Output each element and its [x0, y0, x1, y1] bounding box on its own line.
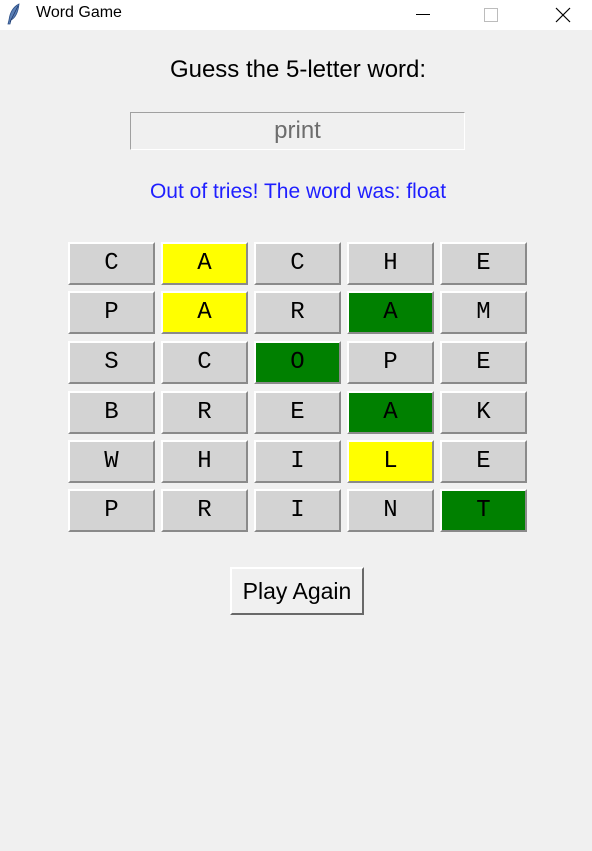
close-button[interactable] — [540, 0, 586, 30]
minimize-icon — [416, 14, 430, 15]
letter-tile: H — [161, 440, 248, 483]
letter-tile: S — [68, 341, 155, 384]
letter-tile: T — [440, 489, 527, 532]
letter-tile: W — [68, 440, 155, 483]
letter-tile: A — [161, 291, 248, 334]
feather-icon — [6, 3, 22, 25]
page-title: Guess the 5-letter word: — [169, 56, 427, 83]
letter-tile: C — [68, 242, 155, 285]
letter-tile: I — [254, 440, 341, 483]
letter-tile: A — [161, 242, 248, 285]
maximize-icon — [484, 8, 498, 22]
minimize-button[interactable] — [400, 0, 446, 30]
letter-tile: E — [440, 341, 527, 384]
close-icon — [555, 7, 571, 23]
letter-tile: K — [440, 391, 527, 434]
play-again-button[interactable]: Play Again — [230, 567, 364, 615]
letter-tile: M — [440, 291, 527, 334]
letter-tile: E — [440, 440, 527, 483]
maximize-button[interactable] — [468, 0, 514, 30]
letter-tile: O — [254, 341, 341, 384]
letter-tile: P — [347, 341, 434, 384]
guess-input[interactable] — [130, 112, 465, 150]
letter-tile: E — [440, 242, 527, 285]
status-message: Out of tries! The word was: float — [149, 180, 447, 203]
letter-tile: A — [347, 291, 434, 334]
letter-tile: E — [254, 391, 341, 434]
letter-tile: A — [347, 391, 434, 434]
letter-tile: C — [254, 242, 341, 285]
window-title: Word Game — [36, 4, 122, 21]
letter-tile: N — [347, 489, 434, 532]
letter-tile: R — [161, 489, 248, 532]
title-bar: Word Game — [0, 0, 592, 30]
letter-tile: R — [161, 391, 248, 434]
letter-tile: C — [161, 341, 248, 384]
letter-tile: L — [347, 440, 434, 483]
letter-tile: P — [68, 489, 155, 532]
letter-tile: P — [68, 291, 155, 334]
letter-tile: B — [68, 391, 155, 434]
letter-tile: R — [254, 291, 341, 334]
letter-tile: I — [254, 489, 341, 532]
letter-tile: H — [347, 242, 434, 285]
